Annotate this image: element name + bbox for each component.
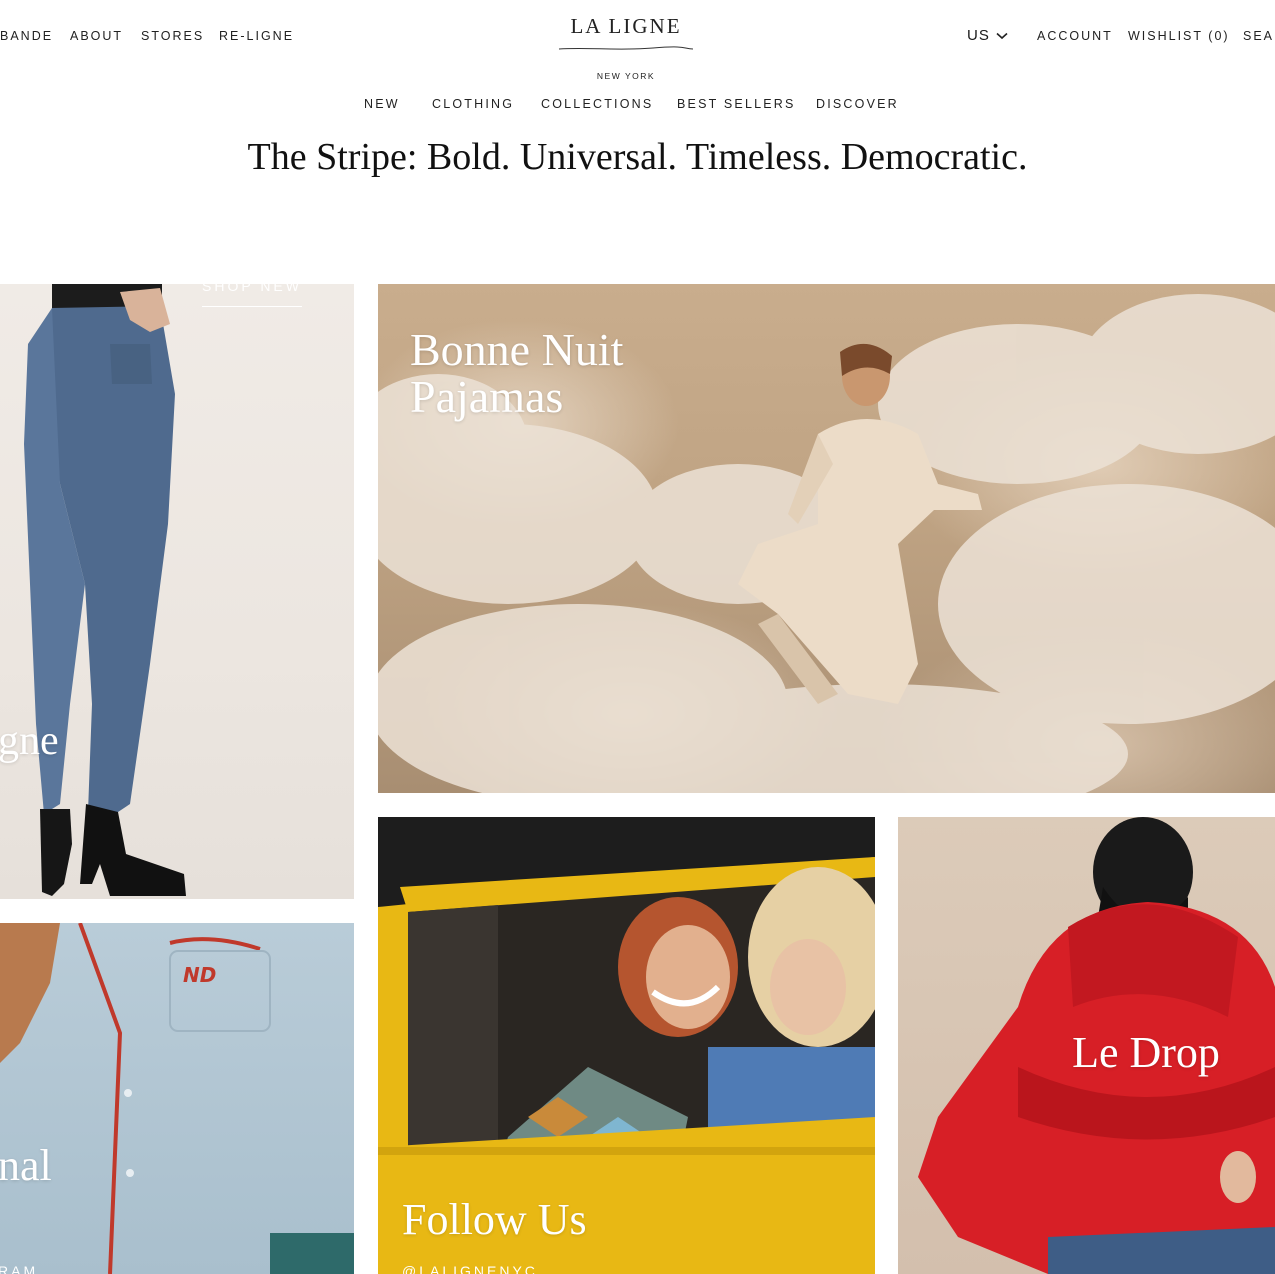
site-logo[interactable]: LA LIGNE NEW YORK	[556, 14, 696, 81]
nav-item-collections[interactable]: COLLECTIONS	[541, 97, 653, 111]
country-label: US	[967, 27, 990, 44]
tile-shirt-title: nal	[0, 1141, 52, 1190]
nav-item-discover[interactable]: DISCOVER	[816, 97, 899, 111]
account-link[interactable]: ACCOUNT	[1037, 29, 1113, 43]
logo-subtitle: NEW YORK	[596, 71, 656, 81]
chevron-down-icon	[996, 32, 1008, 39]
nav-item-best-sellers[interactable]: BEST SELLERS	[677, 97, 796, 111]
tile-denim[interactable]: gne	[0, 284, 354, 899]
tile-le-drop[interactable]: Le Drop	[898, 817, 1275, 1274]
wishlist-link[interactable]: WISHLIST (0)	[1128, 29, 1230, 43]
utility-link-bande[interactable]: BANDE	[0, 29, 53, 43]
jeans-model-image	[24, 284, 186, 896]
utility-link-about[interactable]: ABOUT	[70, 29, 123, 43]
tile-bonne-nuit-pajamas[interactable]: Bonne Nuit Pajamas	[378, 284, 1275, 793]
instagram-handle: @LALIGNENYC	[402, 1263, 538, 1274]
tile-follow-title: Follow Us	[402, 1195, 587, 1244]
page-headline: The Stripe: Bold. Universal. Timeless. D…	[247, 136, 1028, 178]
shirt-embroidery-text: ND	[183, 963, 217, 987]
tile-pajamas-title: Bonne Nuit Pajamas	[410, 326, 623, 421]
search-link[interactable]: SEAR	[1243, 29, 1275, 43]
country-selector[interactable]: US	[967, 27, 1008, 44]
shop-new-link[interactable]: SHOP NEW	[202, 278, 302, 307]
tile-shirt[interactable]: ND nal RAM	[0, 923, 354, 1274]
utility-link-re-ligne[interactable]: RE-LIGNE	[219, 29, 294, 43]
logo-wordmark: LA LIGNE	[570, 14, 682, 38]
tile-pajamas-title-line2: Pajamas	[410, 371, 564, 423]
shirt-model-image	[0, 923, 354, 1274]
tile-follow-us[interactable]: Follow Us @LALIGNENYC	[378, 817, 875, 1274]
tile-drop-title: Le Drop	[1072, 1028, 1220, 1077]
nav-item-new[interactable]: NEW	[364, 97, 400, 111]
nav-item-clothing[interactable]: CLOTHING	[432, 97, 514, 111]
utility-link-stores[interactable]: STORES	[141, 29, 204, 43]
tile-shirt-subtitle: RAM	[0, 1263, 39, 1274]
logo-underline-icon	[558, 46, 694, 50]
tile-pajamas-title-line1: Bonne Nuit	[410, 324, 624, 375]
tile-denim-title: gne	[0, 718, 59, 764]
